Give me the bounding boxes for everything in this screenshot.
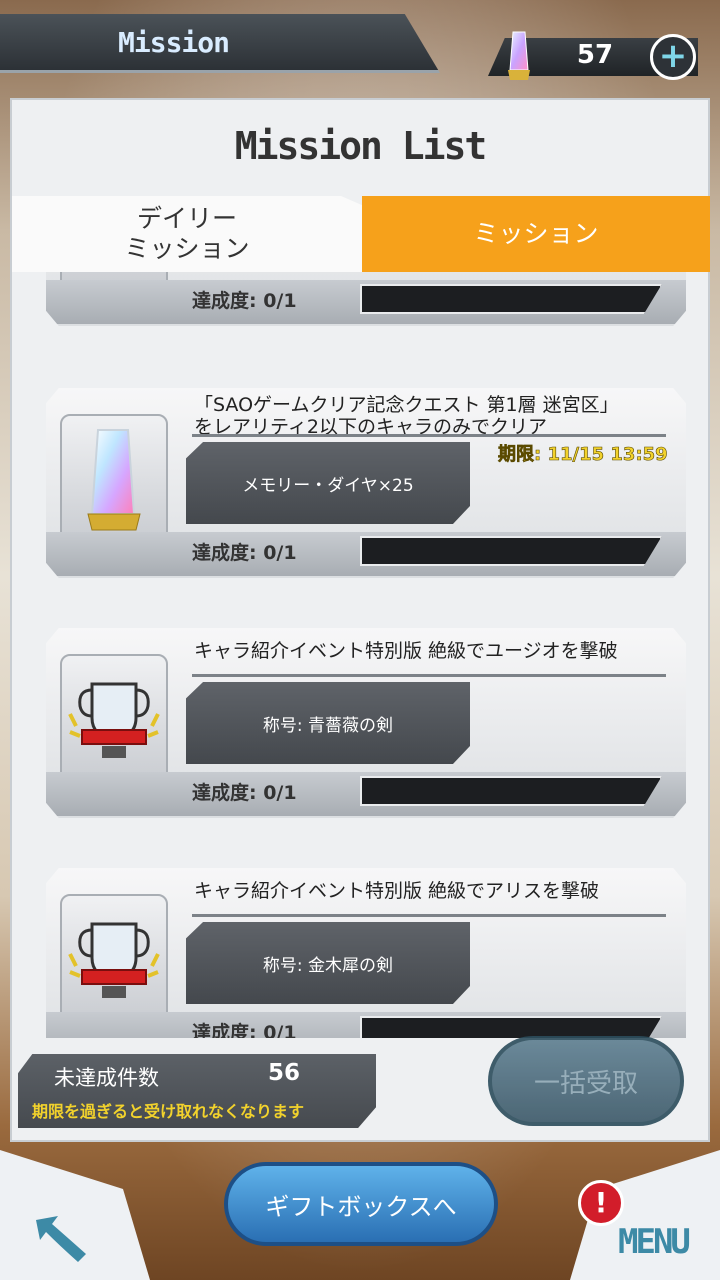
panel-title: Mission List <box>234 124 488 168</box>
menu-button[interactable]: MENU <box>618 1222 691 1262</box>
memory-diamond-icon <box>508 31 530 80</box>
trophy-icon <box>60 894 168 1024</box>
reward-box: 称号: 青薔薇の剣 <box>186 682 470 764</box>
mission-card: キャラ紹介イベント特別版 絶級でアリスを撃破 称号: 金木犀の剣 達成度: 0/… <box>46 868 686 1038</box>
tab-daily-missions[interactable]: デイリー ミッション <box>12 196 362 272</box>
achievement-label: 達成度: 0/1 <box>192 542 297 564</box>
trophy-graphic <box>68 922 160 998</box>
back-arrow-icon[interactable] <box>28 1206 92 1266</box>
reward-box: 称号: 金木犀の剣 <box>186 922 470 1004</box>
reward-box: メモリー・ダイヤ×25 <box>186 442 470 524</box>
achievement-label: 達成度: 0/1 <box>192 782 297 804</box>
claim-all-label: 一括受取 <box>533 1068 638 1099</box>
expiry-note: 期限を過ぎると受け取れなくなります <box>32 1102 305 1121</box>
reward-label: 称号: 青薔薇の剣 <box>262 715 394 736</box>
tab-missions[interactable]: ミッション <box>362 196 710 272</box>
mission-title: 「SAOゲームクリア記念クエスト 第1層 迷宮区」 をレアリティ2以下のキャラの… <box>194 394 674 438</box>
gem-count: 57 <box>576 40 614 70</box>
title-divider <box>192 914 666 917</box>
tab-missions-label: ミッション <box>473 219 599 248</box>
reward-label: 称号: 金木犀の剣 <box>262 955 394 976</box>
incomplete-count: 56 <box>268 1060 301 1086</box>
deadline-label: 期限: 11/15 13:59 <box>498 444 668 466</box>
alert-badge-icon: ! <box>578 1180 624 1226</box>
progress-bar <box>360 536 662 566</box>
mission-card: キャラ紹介イベント特別版 絶級でユージオを撃破 称号: 青薔薇の剣 達成度: 0… <box>46 628 686 818</box>
achievement-label: 達成度: 0/1 <box>192 1022 297 1038</box>
mission-title: キャラ紹介イベント特別版 絶級でユージオを撃破 <box>194 640 618 662</box>
title-divider <box>192 434 666 437</box>
trophy-graphic <box>68 682 160 758</box>
gift-box-button[interactable]: ギフトボックスへ <box>224 1162 498 1246</box>
tab-daily-label: デイリー ミッション <box>124 204 250 263</box>
mission-title-line1: 「SAOゲームクリア記念クエスト 第1層 迷宮区」 <box>194 394 619 416</box>
incomplete-count-label: 未達成件数 <box>54 1066 159 1090</box>
gift-box-label: ギフトボックスへ <box>265 1192 457 1221</box>
title-divider <box>192 674 666 677</box>
progress-bar <box>360 776 662 806</box>
mission-list[interactable]: 達成度: 0/1 「SAOゲームクリア記念クエスト 第1層 迷宮区」 をレアリテ… <box>12 272 710 1038</box>
progress-bar <box>360 1016 662 1038</box>
mission-card: 達成度: 0/1 <box>46 272 686 326</box>
achievement-label: 達成度: 0/1 <box>192 290 297 312</box>
memory-diamond-graphic <box>87 429 141 531</box>
reward-label: メモリー・ダイヤ×25 <box>242 475 414 496</box>
trophy-icon <box>60 654 168 784</box>
add-gems-button[interactable]: + <box>650 34 696 80</box>
screen-title: Mission <box>118 26 230 59</box>
claim-all-button[interactable]: 一括受取 <box>488 1036 684 1126</box>
progress-bar <box>360 284 662 314</box>
memory-diamond-icon <box>60 414 168 544</box>
mission-title: キャラ紹介イベント特別版 絶級でアリスを撃破 <box>194 880 600 902</box>
mission-card: 「SAOゲームクリア記念クエスト 第1層 迷宮区」 をレアリティ2以下のキャラの… <box>46 388 686 578</box>
top-bar: Mission 57 + <box>0 0 720 92</box>
